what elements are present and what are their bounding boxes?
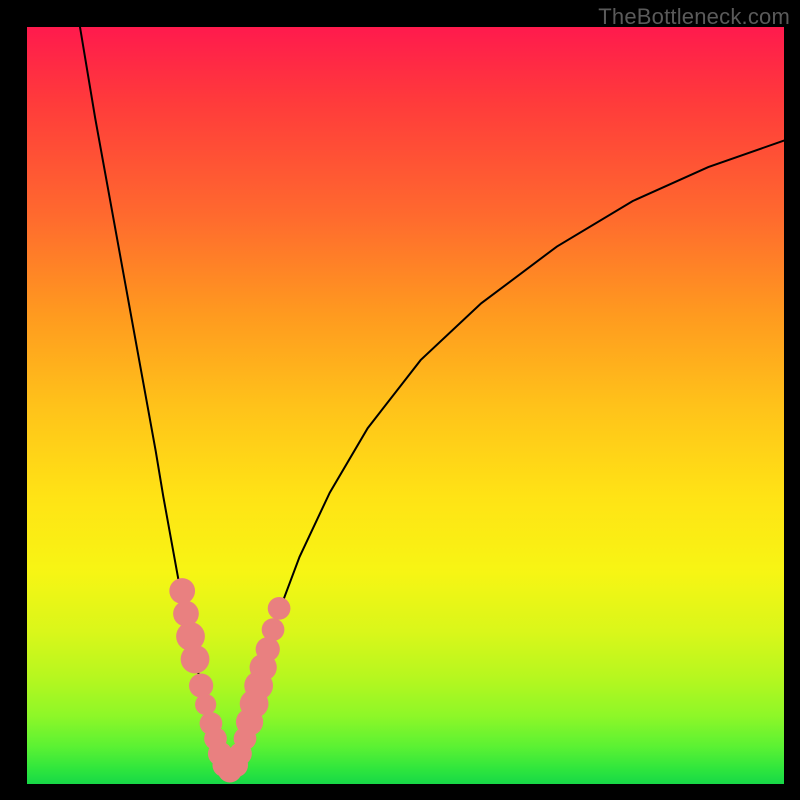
bead-layer	[169, 578, 290, 782]
chart-svg	[27, 27, 784, 784]
chart-frame: TheBottleneck.com	[0, 0, 800, 800]
bead-18	[256, 637, 280, 661]
bead-3	[181, 645, 210, 674]
curve-right-branch	[231, 141, 784, 769]
bead-5	[195, 694, 216, 715]
watermark-text: TheBottleneck.com	[598, 4, 790, 30]
bead-19	[262, 618, 285, 641]
bead-0	[169, 578, 195, 604]
bead-4	[189, 673, 213, 697]
plot-area	[27, 27, 784, 784]
bead-1	[173, 601, 199, 627]
bead-20	[268, 597, 291, 620]
